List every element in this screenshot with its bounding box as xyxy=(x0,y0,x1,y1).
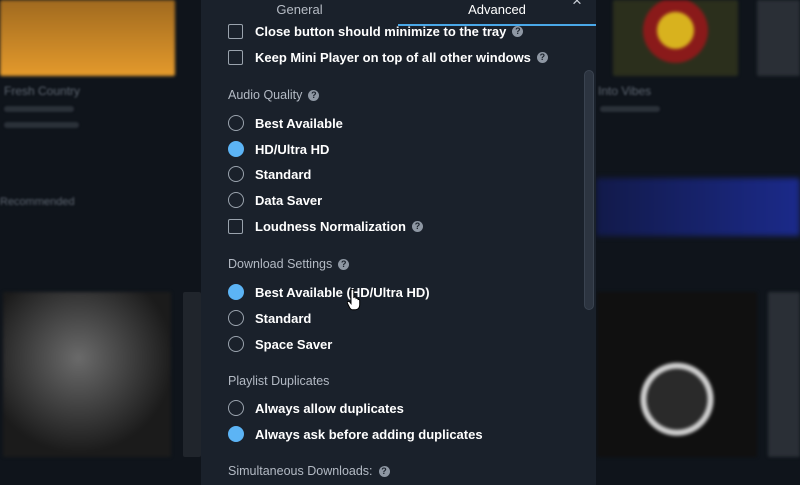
help-icon[interactable]: ? xyxy=(411,220,423,232)
mini-player-on-top-option[interactable]: Keep Mini Player on top of all other win… xyxy=(228,47,548,67)
hand-pointer-icon xyxy=(347,289,361,311)
album-art-tile xyxy=(3,292,171,457)
help-icon[interactable]: ? xyxy=(338,258,350,270)
album-subtitle-bar xyxy=(4,122,79,128)
simultaneous-downloads-heading: Simultaneous Downloads: ? xyxy=(228,462,390,480)
always-allow-duplicates[interactable]: Always allow duplicates xyxy=(228,398,404,418)
audio-quality-heading: Audio Quality ? xyxy=(228,86,320,104)
album-subtitle-bar xyxy=(4,106,74,112)
album-art-tile xyxy=(613,0,738,76)
album-art-tile xyxy=(0,0,175,76)
download-space-saver[interactable]: Space Saver xyxy=(228,334,332,354)
option-label: Close button should minimize to the tray xyxy=(255,23,507,39)
help-icon[interactable]: ? xyxy=(512,25,524,37)
close-icon[interactable]: × xyxy=(570,0,584,9)
option-label: Best Available xyxy=(255,115,343,131)
section-title: Playlist Duplicates xyxy=(228,374,330,388)
minimize-to-tray-option[interactable]: Close button should minimize to the tray… xyxy=(228,21,524,41)
radio-button-selected[interactable] xyxy=(228,141,244,157)
radio-button[interactable] xyxy=(228,166,244,182)
radio-button-selected[interactable] xyxy=(228,426,244,442)
loudness-normalization-option[interactable]: Loudness Normalization ? xyxy=(228,216,423,236)
download-best-available[interactable]: Best Available (HD/Ultra HD) xyxy=(228,282,430,302)
album-subtitle-bar xyxy=(600,106,660,112)
section-title: Audio Quality xyxy=(228,88,303,102)
album-art-tile xyxy=(597,292,757,457)
help-icon[interactable]: ? xyxy=(536,51,548,63)
download-settings-heading: Download Settings ? xyxy=(228,255,350,273)
album-art-tile xyxy=(757,0,800,76)
help-icon[interactable]: ? xyxy=(378,465,390,477)
help-icon[interactable]: ? xyxy=(308,89,320,101)
audio-quality-data-saver[interactable]: Data Saver xyxy=(228,190,322,210)
radio-button[interactable] xyxy=(228,310,244,326)
option-label: Loudness Normalization xyxy=(255,218,406,234)
section-title: Download Settings xyxy=(228,257,333,271)
settings-dialog: General Advanced × Close button should m… xyxy=(201,0,596,485)
radio-button[interactable] xyxy=(228,336,244,352)
radio-button[interactable] xyxy=(228,400,244,416)
option-label: Best Available (HD/Ultra HD) xyxy=(255,284,430,300)
album-title: Fresh Country xyxy=(4,84,81,98)
checkbox[interactable] xyxy=(228,23,243,39)
section-heading: Recommended xyxy=(0,196,75,208)
option-label: Space Saver xyxy=(255,336,333,352)
audio-quality-standard[interactable]: Standard xyxy=(228,164,311,184)
audio-quality-hd-ultra-hd[interactable]: HD/Ultra HD xyxy=(228,139,329,159)
scrollbar[interactable] xyxy=(584,70,594,310)
download-standard[interactable]: Standard xyxy=(228,308,311,328)
album-title: Into Vibes xyxy=(598,84,652,98)
radio-button[interactable] xyxy=(228,115,244,131)
radio-button-selected[interactable] xyxy=(228,284,244,300)
option-label: HD/Ultra HD xyxy=(255,141,330,157)
playlist-duplicates-heading: Playlist Duplicates xyxy=(228,372,329,390)
option-label: Data Saver xyxy=(255,192,323,208)
album-art-tile xyxy=(768,292,800,457)
section-title: Simultaneous Downloads: xyxy=(228,464,373,478)
radio-button[interactable] xyxy=(228,192,244,208)
option-label: Always ask before adding duplicates xyxy=(255,426,483,442)
album-art-tile xyxy=(183,292,201,457)
option-label: Keep Mini Player on top of all other win… xyxy=(255,49,531,65)
checkbox[interactable] xyxy=(228,49,243,65)
option-label: Standard xyxy=(255,310,312,326)
always-ask-before-adding-duplicates[interactable]: Always ask before adding duplicates xyxy=(228,424,483,444)
option-label: Always allow duplicates xyxy=(255,400,404,416)
audio-quality-best-available[interactable]: Best Available xyxy=(228,113,343,133)
checkbox[interactable] xyxy=(228,218,243,234)
promo-banner xyxy=(596,178,800,236)
option-label: Standard xyxy=(255,166,312,182)
